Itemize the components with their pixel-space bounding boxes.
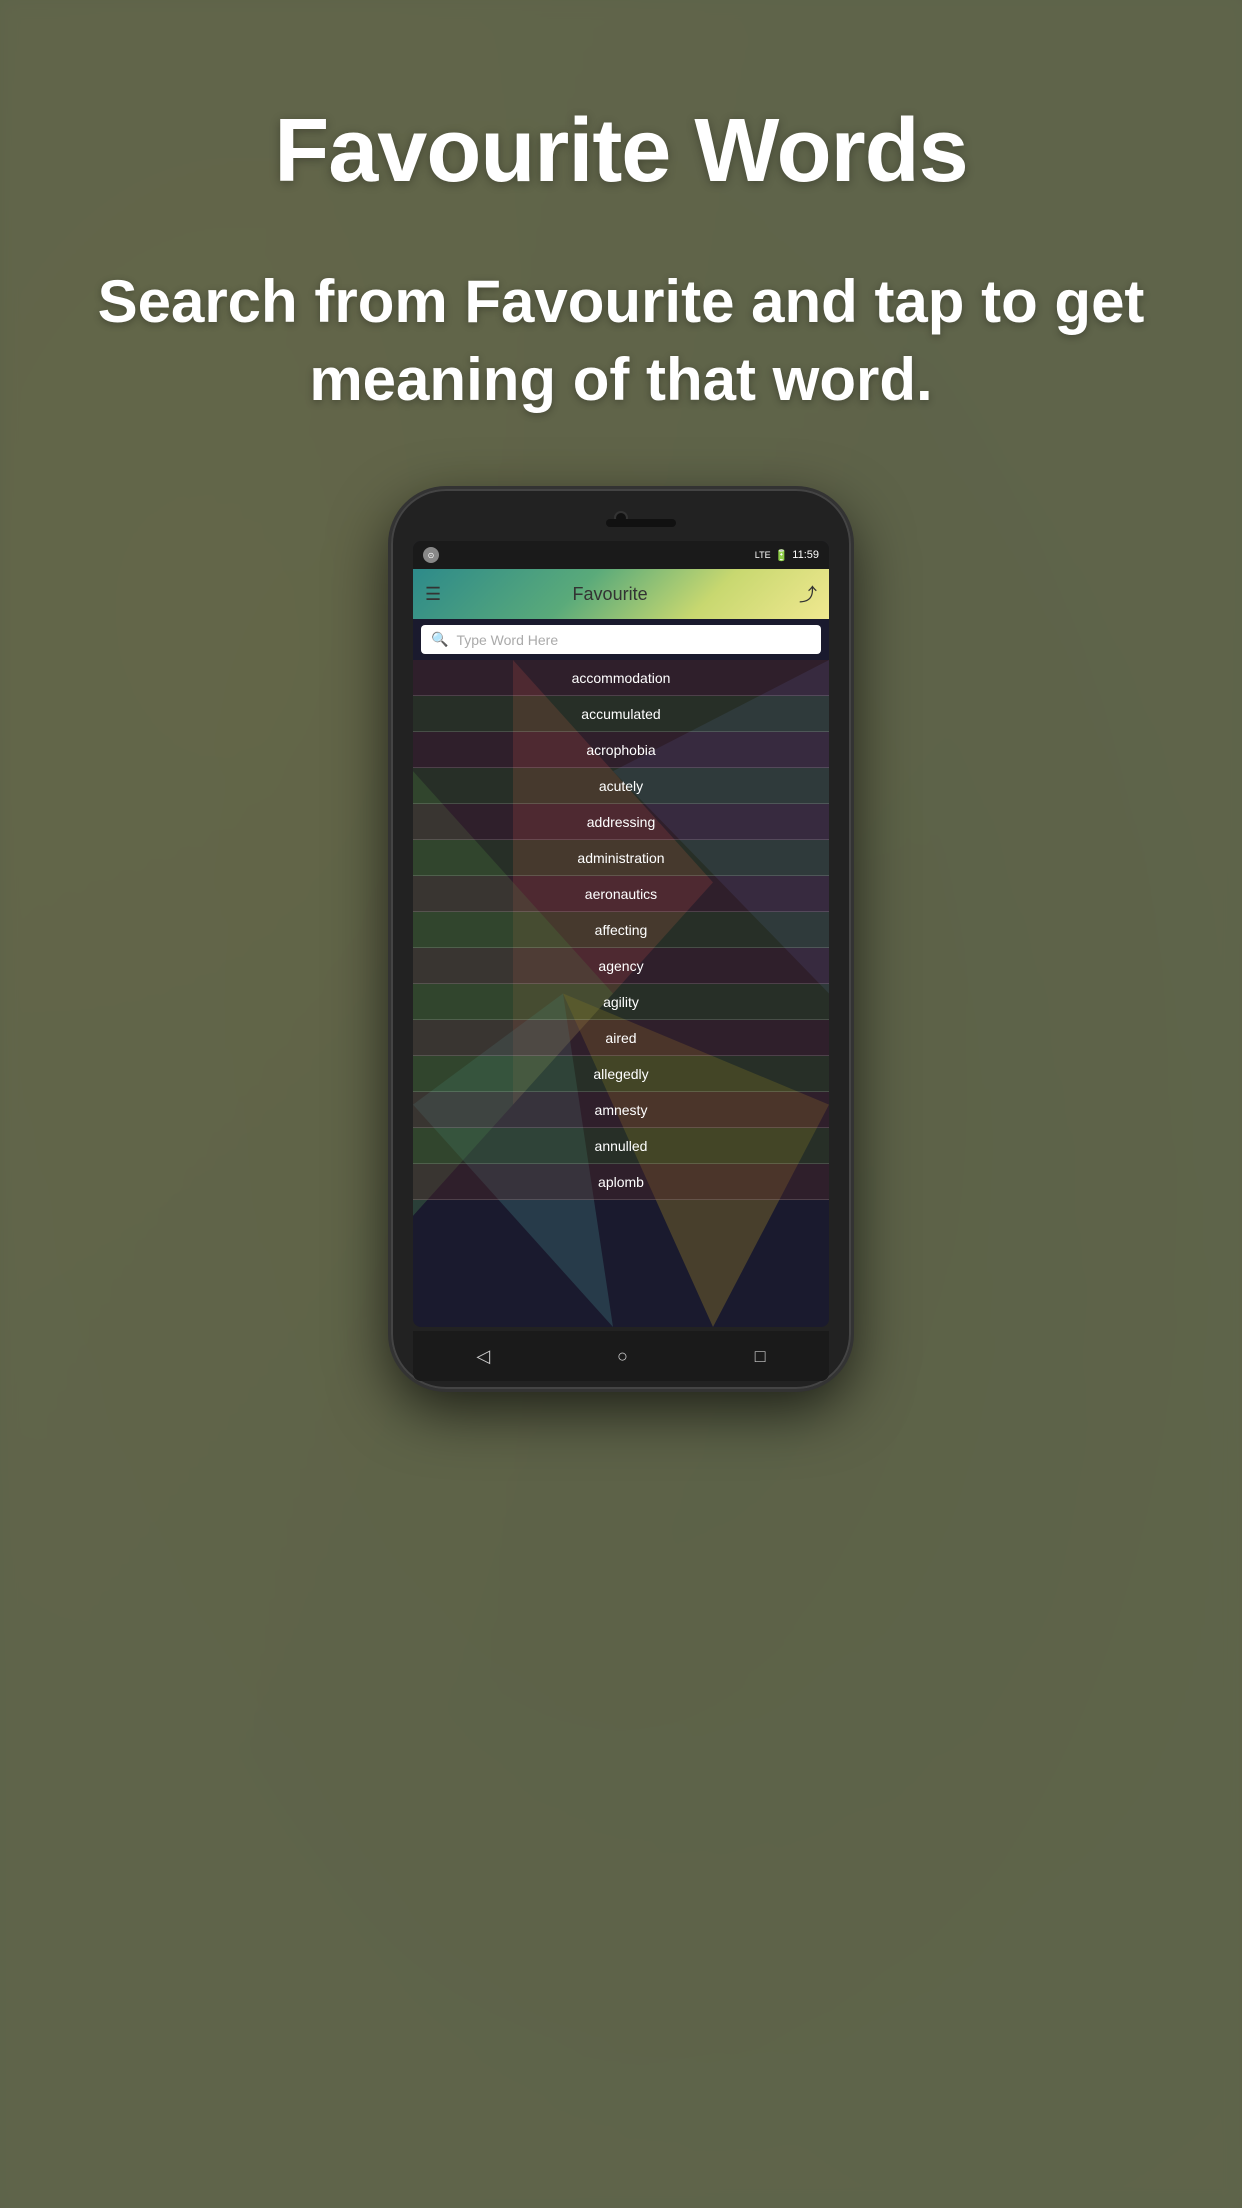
word-text: acutely	[599, 778, 643, 794]
search-icon: 🔍	[431, 631, 448, 648]
recent-button[interactable]: □	[755, 1346, 766, 1367]
word-list-item[interactable]: agility	[413, 984, 829, 1020]
word-list-item[interactable]: aeronautics	[413, 876, 829, 912]
phone-screen: ⊙ LTE 🔋 11:59 ☰ Favourite ⤴ 🔍	[413, 541, 829, 1327]
signal-icon: LTE	[755, 550, 771, 560]
word-text: acrophobia	[586, 742, 655, 758]
word-text: agency	[598, 958, 643, 974]
word-list-item[interactable]: administration	[413, 840, 829, 876]
word-list: accommodation accumulated acrophobia acutel…	[413, 660, 829, 1327]
search-input[interactable]: Type Word Here	[456, 632, 811, 648]
word-text: addressing	[587, 814, 656, 830]
word-text: allegedly	[593, 1066, 648, 1082]
page-title: Favourite Words	[274, 100, 967, 203]
word-text: agility	[603, 994, 639, 1010]
word-text: affecting	[595, 922, 648, 938]
share-icon[interactable]: ⤴	[799, 581, 817, 607]
word-list-item[interactable]: annulled	[413, 1128, 829, 1164]
search-bar[interactable]: 🔍 Type Word Here	[421, 625, 821, 654]
status-right: LTE 🔋 11:59	[755, 549, 819, 562]
word-list-item[interactable]: affecting	[413, 912, 829, 948]
word-list-item[interactable]: addressing	[413, 804, 829, 840]
word-text: accumulated	[581, 706, 660, 722]
word-text: administration	[577, 850, 664, 866]
word-list-item[interactable]: aplomb	[413, 1164, 829, 1200]
word-list-item[interactable]: allegedly	[413, 1056, 829, 1092]
word-text: aeronautics	[585, 886, 657, 902]
phone-speaker	[606, 519, 676, 527]
phone-frame: ⊙ LTE 🔋 11:59 ☰ Favourite ⤴ 🔍	[391, 489, 851, 1389]
battery-icon: 🔋	[775, 549, 789, 562]
word-list-item[interactable]: agency	[413, 948, 829, 984]
time-display: 11:59	[792, 549, 819, 561]
page-subtitle: Search from Favourite and tap to get mea…	[0, 263, 1242, 419]
word-list-item[interactable]: accumulated	[413, 696, 829, 732]
word-text: aplomb	[598, 1174, 644, 1190]
back-button[interactable]: ◁	[476, 1346, 490, 1367]
word-list-item[interactable]: acrophobia	[413, 732, 829, 768]
app-bar: ☰ Favourite ⤴	[413, 569, 829, 619]
app-bar-title: Favourite	[421, 584, 799, 605]
home-button[interactable]: ○	[617, 1346, 628, 1367]
word-list-item[interactable]: aired	[413, 1020, 829, 1056]
word-list-item[interactable]: accommodation	[413, 660, 829, 696]
word-list-item[interactable]: acutely	[413, 768, 829, 804]
word-text: aired	[605, 1030, 636, 1046]
phone-mockup: ⊙ LTE 🔋 11:59 ☰ Favourite ⤴ 🔍	[391, 489, 851, 1389]
notification-icon: ⊙	[423, 547, 439, 563]
bottom-nav: ◁ ○ □	[413, 1331, 829, 1381]
status-bar: ⊙ LTE 🔋 11:59	[413, 541, 829, 569]
word-list-container: accommodation accumulated acrophobia acutel…	[413, 660, 829, 1200]
status-left: ⊙	[423, 547, 439, 563]
word-text: accommodation	[572, 670, 671, 686]
word-text: amnesty	[595, 1102, 648, 1118]
content-wrapper: Favourite Words Search from Favourite an…	[0, 0, 1242, 2208]
word-list-item[interactable]: amnesty	[413, 1092, 829, 1128]
word-text: annulled	[595, 1138, 648, 1154]
